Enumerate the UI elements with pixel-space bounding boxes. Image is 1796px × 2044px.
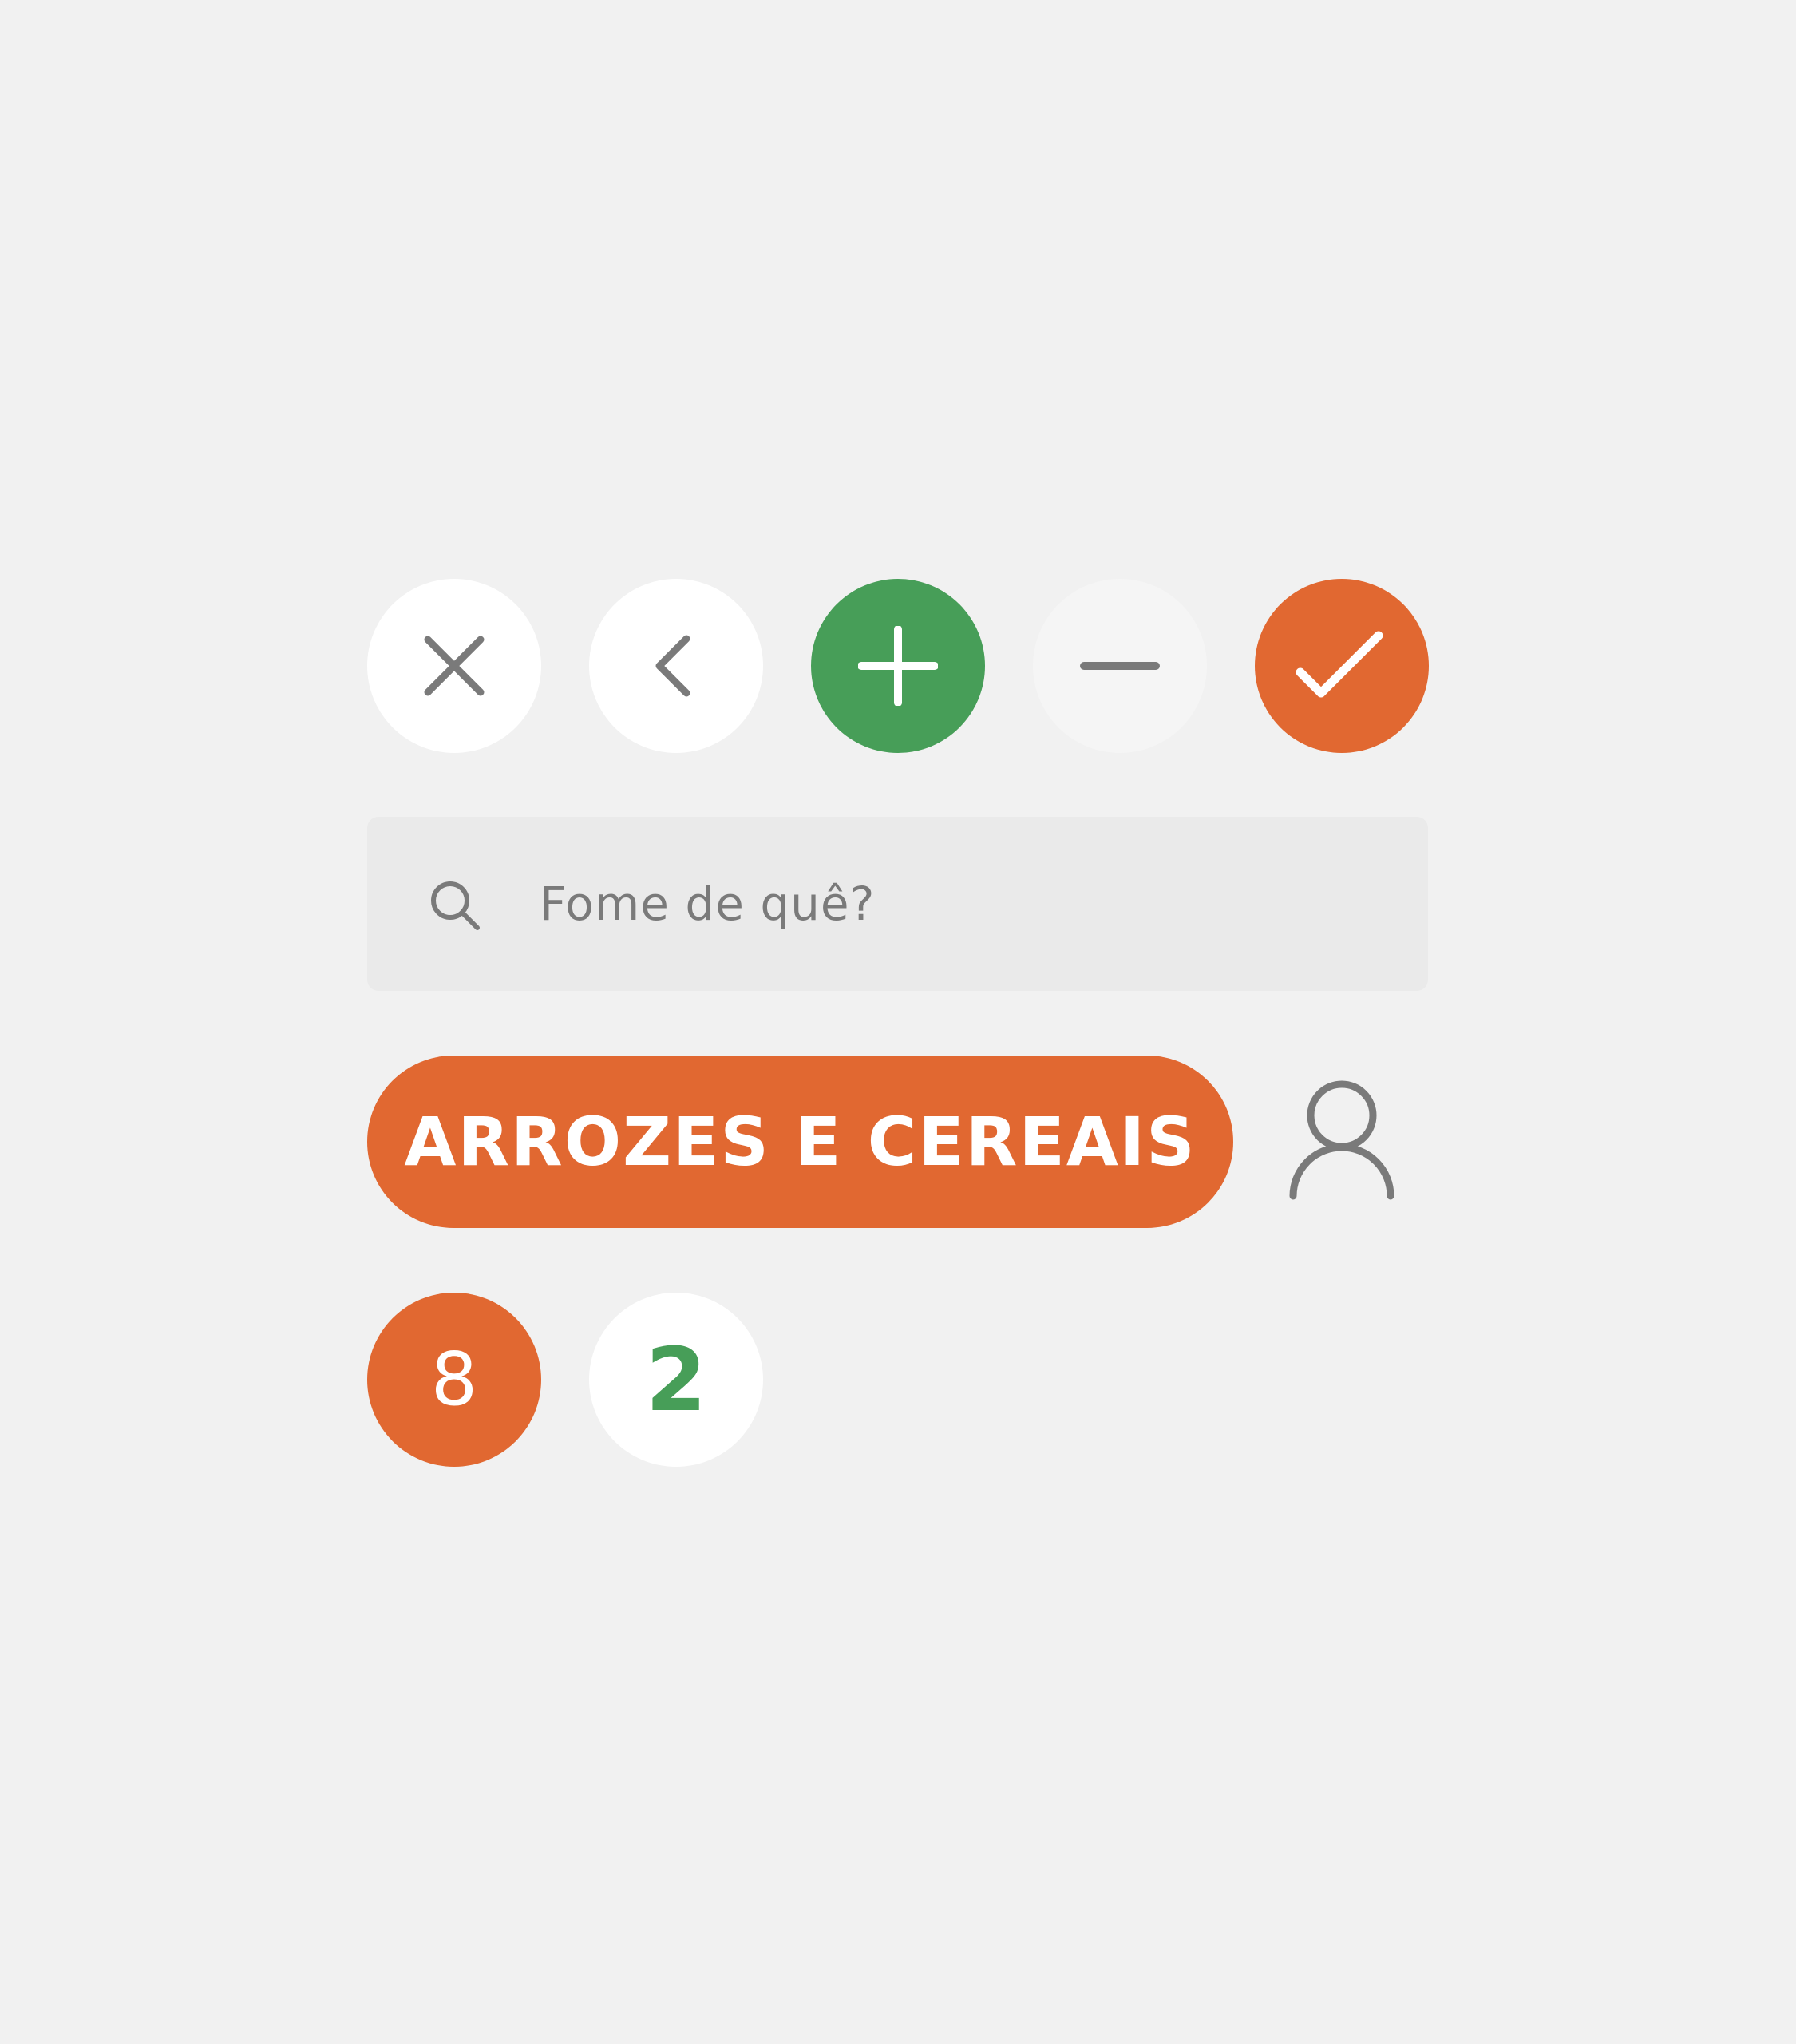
add-button[interactable] [811, 579, 985, 753]
category-label: ARROZES E CEREAIS [404, 1103, 1197, 1181]
close-button[interactable] [367, 579, 541, 753]
remove-button[interactable] [1033, 579, 1207, 753]
counter-value: 8 [430, 1337, 478, 1422]
search-input[interactable] [540, 873, 1378, 934]
counter-value: 2 [645, 1329, 707, 1431]
plus-icon [858, 626, 938, 706]
back-button[interactable] [589, 579, 763, 753]
minus-icon [1080, 662, 1160, 670]
confirm-button[interactable] [1255, 579, 1429, 753]
check-icon [1296, 631, 1383, 698]
counter-badge: 2 [589, 1293, 763, 1467]
category-chip[interactable]: ARROZES E CEREAIS [367, 1056, 1233, 1228]
search-icon[interactable] [428, 878, 481, 931]
user-icon[interactable] [1287, 1079, 1397, 1204]
chevron-left-icon [655, 635, 690, 697]
counter-badge: 8 [367, 1293, 541, 1467]
close-icon [424, 636, 485, 696]
